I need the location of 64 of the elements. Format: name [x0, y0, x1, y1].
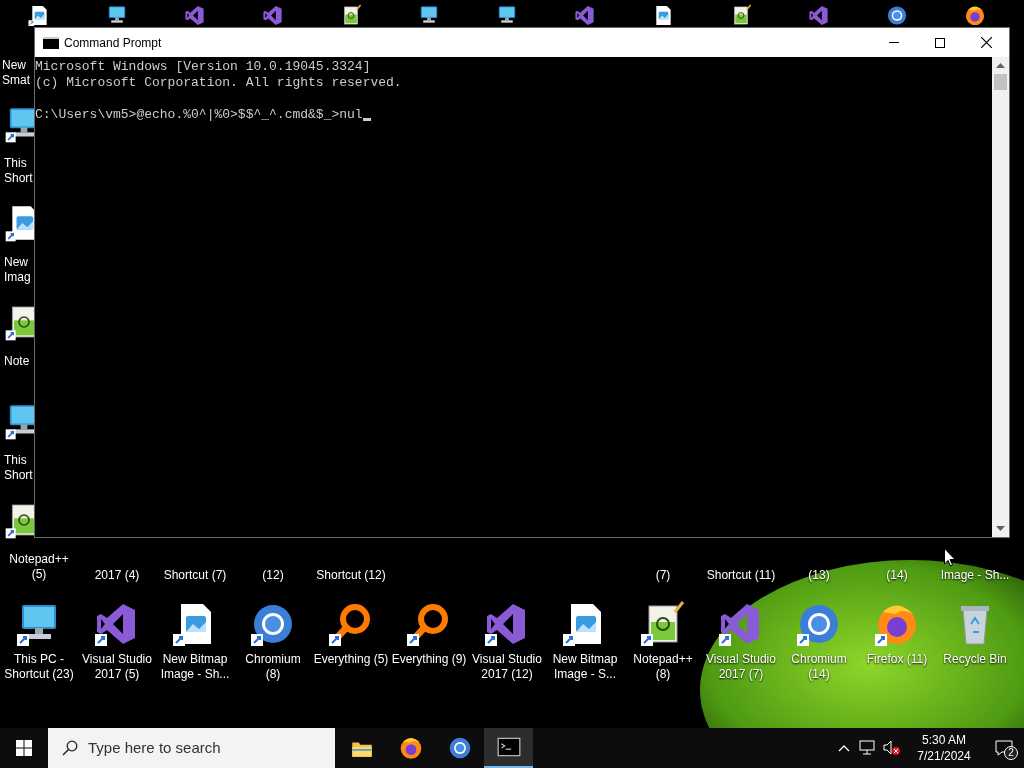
maximize-icon [935, 37, 945, 48]
icon-label: (12) [261, 568, 285, 583]
close-icon [980, 37, 992, 48]
icon-label: Chromium (14) [790, 652, 848, 682]
muted-speaker-icon[interactable] [883, 740, 901, 756]
icon-label: Note [4, 354, 31, 369]
icon-label: This Short [4, 453, 34, 483]
clock[interactable]: 5:30 AM 7/21/2024 [904, 732, 984, 764]
search-field[interactable]: Type here to search [48, 728, 335, 768]
icon-label: Everything (9) [390, 652, 468, 667]
desktop-shortcut[interactable]: Everything (9) [390, 600, 468, 682]
console-icon [43, 36, 59, 49]
desktop-shortcut[interactable]: Notepad++ (8) [624, 600, 702, 682]
icon-label: Shortcut (11) [705, 568, 777, 583]
icon-label: Notepad++ (5) [8, 552, 70, 582]
scrollbar-thumb[interactable] [994, 74, 1007, 90]
console-command-line: C:\Users\vm5>@echo.%0^|%0>$$^_^.cmd&$_>nul [35, 107, 363, 123]
notifications-button[interactable]: 2 [984, 728, 1024, 768]
scroll-down-arrow-icon[interactable] [996, 526, 1005, 531]
icon-label: Firefox (11) [865, 652, 929, 667]
icon-label: Shortcut (7) [162, 568, 228, 583]
clock-date: 7/21/2024 [917, 748, 971, 764]
clock-time: 5:30 AM [922, 732, 966, 748]
icon-label: Notepad++ (8) [632, 652, 694, 682]
icon-label: New Imag [4, 255, 32, 285]
icon-label: (7) [654, 568, 672, 583]
scroll-up-arrow-icon[interactable] [996, 63, 1005, 68]
icon-label: This Short [4, 156, 34, 186]
scrollbar[interactable] [992, 57, 1009, 537]
desktop-shortcut[interactable]: Chromium (8) [234, 600, 312, 682]
desktop-shortcut[interactable]: Everything (5) [312, 600, 390, 682]
icon-label: This PC - Shortcut (23) [3, 652, 75, 682]
taskbar-app-button[interactable] [484, 728, 533, 768]
icon-label: Shortcut (12) [315, 568, 387, 583]
icon-label: Visual Studio 2017 (12) [471, 652, 543, 682]
window-title: Command Prompt [64, 34, 162, 52]
console-output-line: (c) Microsoft Corporation. All rights reserved. [35, 75, 402, 91]
icon-label: Visual Studio 2017 (7) [705, 652, 777, 682]
icon-label: Recycle Bin [942, 652, 1008, 667]
icon-label: Everything (5) [312, 652, 390, 667]
desktop-shortcut[interactable]: This PC - Shortcut (23) [0, 600, 78, 682]
notepad-icon [639, 600, 687, 648]
icon-label: New Bitmap Image - S... [551, 652, 619, 682]
network-icon[interactable] [859, 740, 877, 756]
chevron-up-icon[interactable] [838, 744, 850, 752]
windows-logo-icon [16, 740, 32, 756]
icon-label: Image - Sh... [939, 568, 1011, 583]
icon-label: Visual Studio 2017 (5) [81, 652, 153, 682]
icon-label: New Smat [2, 58, 31, 88]
notification-count: 2 [1004, 746, 1018, 760]
icon-label: (13) [807, 568, 831, 583]
desktop-shortcut[interactable]: New Bitmap Image - Sh... [156, 600, 234, 682]
search-input[interactable]: Type here to search [88, 736, 335, 760]
icon-label: (14) [885, 568, 909, 583]
icon-label: New Bitmap Image - Sh... [159, 652, 231, 682]
desktop-shortcut[interactable]: Visual Studio 2017 (12) [468, 600, 546, 682]
minimize-icon [889, 42, 899, 43]
icon-label: Chromium (8) [244, 652, 302, 682]
desktop-shortcut[interactable]: New Bitmap Image - S... [546, 600, 624, 682]
console-output-line: Microsoft Windows [Version 10.0.19045.3324] [35, 59, 371, 75]
desktop-shortcut[interactable]: Visual Studio 2017 (5) [78, 600, 156, 682]
search-icon [62, 740, 78, 756]
icon-label: 2017 (4) [93, 568, 141, 583]
mouse-pointer-icon [944, 548, 956, 567]
